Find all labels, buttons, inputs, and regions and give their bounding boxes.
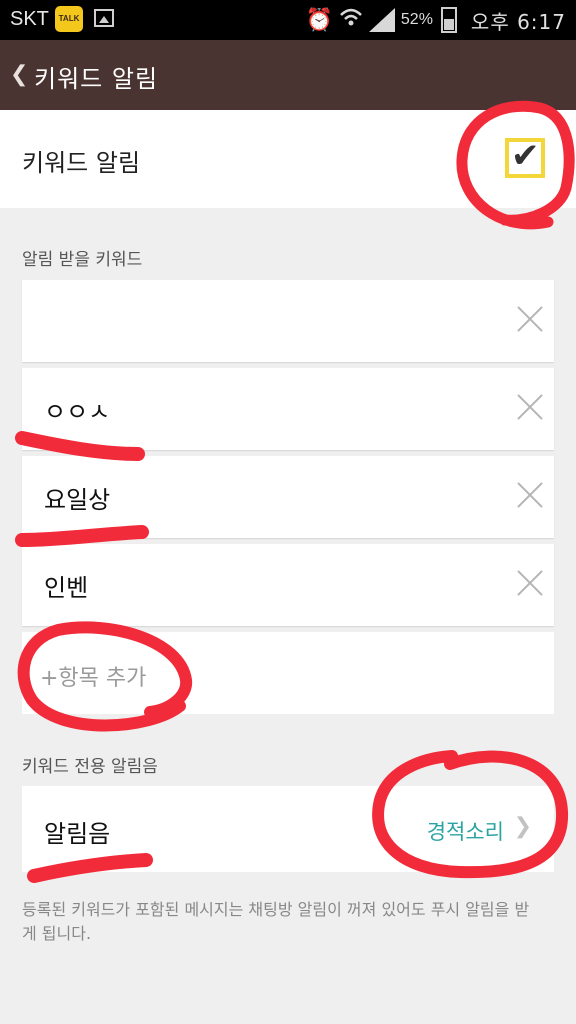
keyword-alert-checkbox[interactable]: ✔ [505, 136, 545, 178]
keyword-alert-label: 키워드 알림 [22, 149, 141, 177]
chevron-right-icon: ❯ [513, 814, 532, 839]
add-keyword-button[interactable]: +항목 추가 [40, 660, 146, 692]
delete-keyword-icon[interactable] [516, 305, 544, 333]
delete-keyword-icon[interactable] [516, 481, 544, 509]
checkmark-icon: ✔ [511, 136, 540, 176]
keyword-text[interactable]: 요일상 [44, 480, 110, 515]
notification-sound-value: 경적소리 [426, 820, 504, 844]
notification-sound-label: 알림음 [44, 820, 111, 848]
notification-sound-row[interactable]: 알림음 경적소리 ❯ [22, 786, 554, 872]
delete-keyword-icon[interactable] [516, 393, 544, 421]
keyword-row[interactable]: 요일상 [22, 456, 554, 538]
alarm-icon: ⏰ [305, 7, 333, 33]
keyword-row[interactable] [22, 280, 554, 362]
battery-icon [440, 7, 457, 33]
kakaotalk-icon: TALK [55, 6, 83, 32]
delete-keyword-icon[interactable] [516, 569, 544, 597]
signal-icon [368, 8, 395, 32]
keyword-row[interactable]: 인벤 [22, 544, 554, 626]
clock: 오후 6:17 [470, 9, 566, 34]
keyword-text[interactable]: 인벤 [44, 568, 88, 603]
wifi-icon [339, 7, 363, 34]
keyword-alert-row[interactable]: 키워드 알림 [0, 110, 576, 208]
carrier-label: SKT [10, 8, 49, 30]
status-icons: ⏰ 52% 오후 6:17 [305, 0, 566, 40]
add-keyword-row[interactable]: +항목 추가 [22, 632, 554, 714]
page-title[interactable]: 키워드 알림 [34, 59, 158, 94]
back-chevron-icon[interactable]: ❮ [10, 62, 28, 87]
status-bar: SKT TALK ⏰ 52% 오후 6:17 [0, 0, 576, 40]
battery-percent: 52% [400, 11, 433, 28]
image-icon [94, 9, 114, 27]
sound-section-label: 키워드 전용 알림음 [22, 757, 158, 777]
keywords-section-label: 알림 받을 키워드 [22, 250, 143, 270]
keyword-text[interactable]: ㅇㅇㅅ [44, 392, 110, 427]
keyword-row[interactable]: ㅇㅇㅅ [22, 368, 554, 450]
footnote: 등록된 키워드가 포함된 메시지는 채팅방 알림이 꺼져 있어도 푸시 알림을 … [22, 900, 530, 943]
title-bar: ❮ 키워드 알림 [0, 40, 576, 110]
